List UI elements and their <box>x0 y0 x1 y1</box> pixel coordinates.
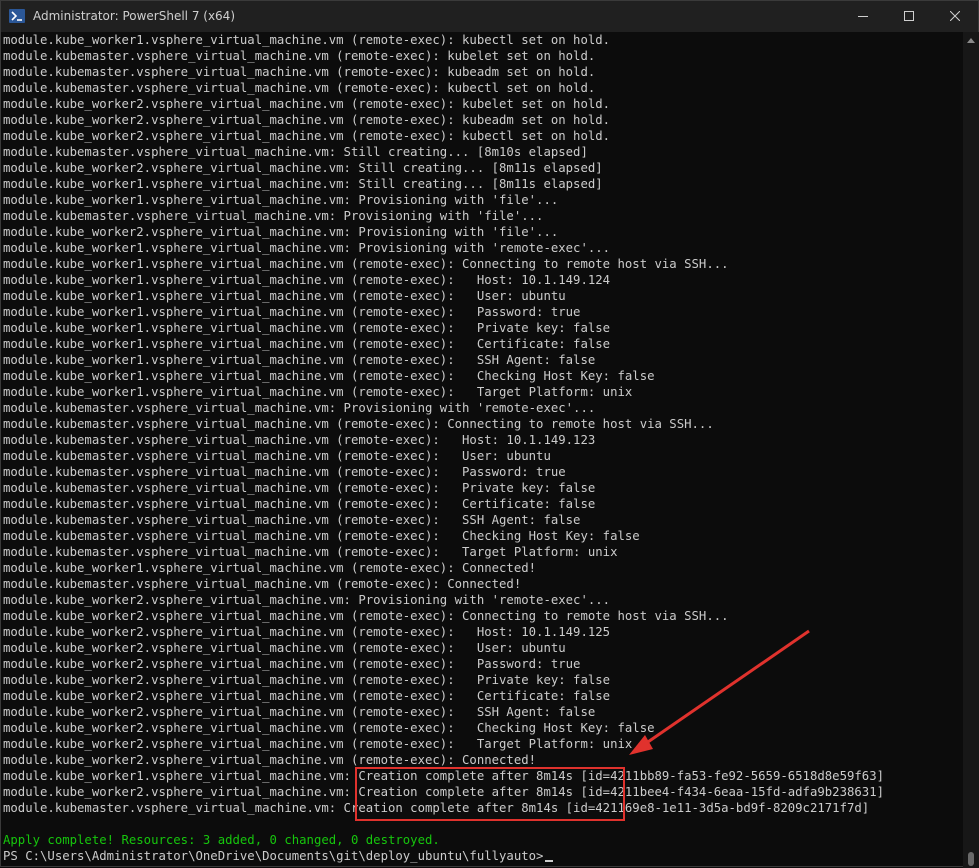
console-line: module.kube_worker2.vsphere_virtual_mach… <box>3 129 611 143</box>
console-line: module.kubemaster.vsphere_virtual_machin… <box>3 577 522 591</box>
console-line: module.kube_worker1.vsphere_virtual_mach… <box>3 337 611 351</box>
console-line: module.kubemaster.vsphere_virtual_machin… <box>3 497 596 511</box>
console-line: module.kubemaster.vsphere_virtual_machin… <box>3 209 544 223</box>
console-line: module.kubemaster.vsphere_virtual_machin… <box>3 513 581 527</box>
annotation-highlight-box <box>355 767 625 821</box>
vertical-scrollbar[interactable] <box>963 32 979 868</box>
console-line: module.kube_worker1.vsphere_virtual_mach… <box>3 273 611 287</box>
console-line: module.kubemaster.vsphere_virtual_machin… <box>3 529 640 543</box>
console-line: module.kube_worker1.vsphere_virtual_mach… <box>3 321 611 335</box>
window-title: Administrator: PowerShell 7 (x64) <box>33 9 236 23</box>
console-line: module.kube_worker1.vsphere_virtual_mach… <box>3 33 611 47</box>
console-line: module.kube_worker1.vsphere_virtual_mach… <box>3 177 603 191</box>
console-line: module.kube_worker2.vsphere_virtual_mach… <box>3 625 611 639</box>
minimize-button[interactable] <box>840 1 886 32</box>
console-line: module.kubemaster.vsphere_virtual_machin… <box>3 401 596 415</box>
console-line: module.kube_worker1.vsphere_virtual_mach… <box>3 241 611 255</box>
console-line: module.kube_worker1.vsphere_virtual_mach… <box>3 561 537 575</box>
minimize-icon <box>858 10 868 24</box>
close-icon <box>949 10 961 24</box>
scroll-up-arrow-icon[interactable] <box>967 38 975 43</box>
console-line: module.kubemaster.vsphere_virtual_machin… <box>3 481 596 495</box>
powershell-icon <box>9 9 25 23</box>
console-line: module.kube_worker2.vsphere_virtual_mach… <box>3 737 633 751</box>
console-lines: module.kube_worker1.vsphere_virtual_mach… <box>3 32 884 864</box>
console-line: module.kubemaster.vsphere_virtual_machin… <box>3 465 566 479</box>
console-line: module.kube_worker2.vsphere_virtual_mach… <box>3 689 611 703</box>
console-line: module.kubemaster.vsphere_virtual_machin… <box>3 433 596 447</box>
console-line: module.kubemaster.vsphere_virtual_machin… <box>3 49 596 63</box>
console-line: module.kube_worker1.vsphere_virtual_mach… <box>3 257 729 271</box>
maximize-icon <box>904 10 914 24</box>
console-line: module.kube_worker2.vsphere_virtual_mach… <box>3 753 537 767</box>
close-button[interactable] <box>932 1 978 32</box>
console-line: module.kube_worker2.vsphere_virtual_mach… <box>3 97 611 111</box>
console-line: module.kubemaster.vsphere_virtual_machin… <box>3 145 588 159</box>
console-line: module.kube_worker1.vsphere_virtual_mach… <box>3 369 655 383</box>
console-line: module.kube_worker1.vsphere_virtual_mach… <box>3 305 581 319</box>
console-line: module.kube_worker2.vsphere_virtual_mach… <box>3 641 566 655</box>
console-line: module.kube_worker2.vsphere_virtual_mach… <box>3 225 559 239</box>
console-line: module.kubemaster.vsphere_virtual_machin… <box>3 65 596 79</box>
console-line: module.kubemaster.vsphere_virtual_machin… <box>3 545 618 559</box>
title-bar[interactable]: Administrator: PowerShell 7 (x64) <box>1 1 978 32</box>
console-line: Apply complete! Resources: 3 added, 0 ch… <box>3 833 440 847</box>
console-line: module.kube_worker2.vsphere_virtual_mach… <box>3 113 611 127</box>
console-output[interactable]: module.kube_worker1.vsphere_virtual_mach… <box>1 32 963 868</box>
console-line: module.kubemaster.vsphere_virtual_machin… <box>3 81 596 95</box>
console-line: module.kube_worker2.vsphere_virtual_mach… <box>3 657 581 671</box>
maximize-button[interactable] <box>886 1 932 32</box>
console-line: module.kube_worker2.vsphere_virtual_mach… <box>3 593 611 607</box>
cursor-caret <box>545 860 554 862</box>
console-line: module.kube_worker1.vsphere_virtual_mach… <box>3 353 596 367</box>
console-line: module.kube_worker1.vsphere_virtual_mach… <box>3 289 566 303</box>
prompt-line: PS C:\Users\Administrator\OneDrive\Docum… <box>3 848 884 864</box>
console-line: module.kube_worker1.vsphere_virtual_mach… <box>3 385 633 399</box>
console-line: module.kube_worker2.vsphere_virtual_mach… <box>3 673 611 687</box>
scrollbar-thumb[interactable] <box>968 852 974 866</box>
console-line: module.kubemaster.vsphere_virtual_machin… <box>3 417 714 431</box>
console-line: module.kube_worker2.vsphere_virtual_mach… <box>3 721 655 735</box>
console-line: module.kubemaster.vsphere_virtual_machin… <box>3 449 551 463</box>
console-line: module.kube_worker2.vsphere_virtual_mach… <box>3 161 603 175</box>
powershell-window: Administrator: PowerShell 7 (x64) module… <box>0 0 979 868</box>
console-line: module.kube_worker2.vsphere_virtual_mach… <box>3 705 596 719</box>
console-line: module.kube_worker1.vsphere_virtual_mach… <box>3 193 559 207</box>
console-line: module.kube_worker2.vsphere_virtual_mach… <box>3 609 729 623</box>
